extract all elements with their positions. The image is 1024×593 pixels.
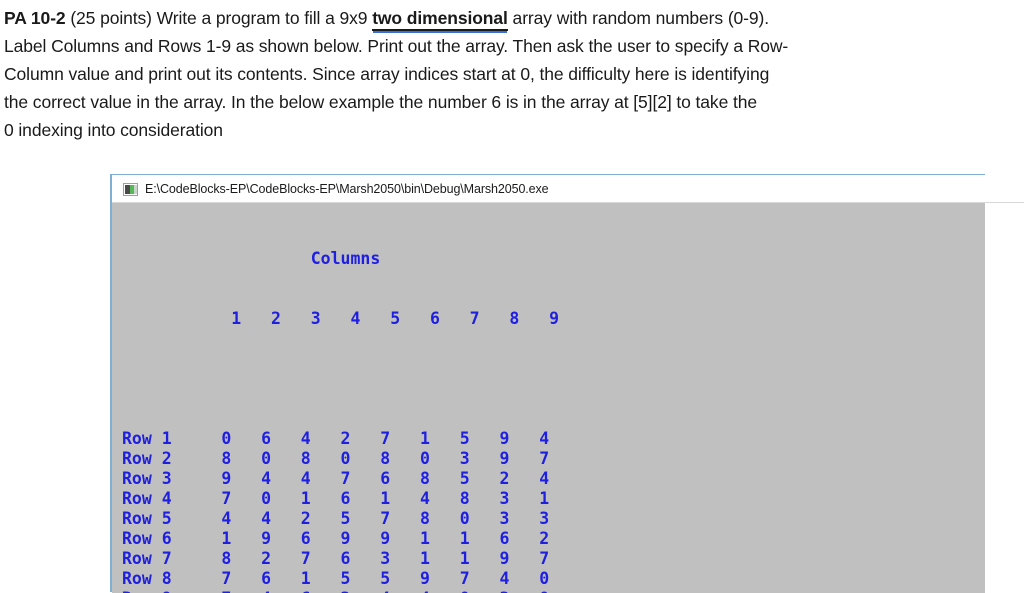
console-grid-row: Row 6 1 9 6 9 9 1 1 6 2 bbox=[122, 529, 550, 548]
console-grid-row: Row 3 9 4 4 7 6 8 5 2 4 bbox=[122, 469, 550, 488]
question-line-3: Column value and print out its contents.… bbox=[4, 64, 770, 84]
console-grid-row: Row 9 7 4 6 2 4 4 0 3 0 bbox=[122, 589, 985, 593]
console-titlebar[interactable]: E:\CodeBlocks-EP\CodeBlocks-EP\Marsh2050… bbox=[112, 175, 1024, 203]
console-grid-row: Row 4 7 0 1 6 1 4 8 3 1 bbox=[122, 489, 550, 508]
question-text-block: PA 10-2 (25 points) Write a program to f… bbox=[4, 4, 1014, 144]
console-grid-row: Row 1 0 6 4 2 7 1 5 9 4 bbox=[122, 429, 550, 448]
question-text-part: array with random numbers (0-9). bbox=[507, 8, 770, 28]
assignment-code: PA 10-2 bbox=[4, 8, 66, 28]
console-grid-row: Row 7 8 2 7 6 3 1 1 9 7 bbox=[122, 549, 550, 568]
console-output-area[interactable]: Columns 1 2 3 4 5 6 7 8 9 Row 1 0 6 4 2 … bbox=[112, 203, 985, 593]
console-grid-row: Row 5 4 4 2 5 7 8 0 3 3 bbox=[122, 509, 550, 528]
question-text-part: (25 points) Write a program to fill a 9x… bbox=[65, 8, 373, 28]
question-line-1: PA 10-2 (25 points) Write a program to f… bbox=[4, 4, 1014, 32]
question-line-2: Label Columns and Rows 1-9 as shown belo… bbox=[4, 36, 789, 56]
console-title-text: E:\CodeBlocks-EP\CodeBlocks-EP\Marsh2050… bbox=[145, 182, 549, 196]
emphasis-two-dimensional: two dimensional bbox=[372, 8, 508, 31]
console-column-headers: 1 2 3 4 5 6 7 8 9 bbox=[122, 309, 560, 328]
console-app-icon bbox=[123, 182, 138, 196]
console-columns-heading: Columns bbox=[122, 249, 381, 268]
question-line-5: 0 indexing into consideration bbox=[4, 120, 223, 140]
console-window: E:\CodeBlocks-EP\CodeBlocks-EP\Marsh2050… bbox=[110, 174, 1024, 593]
console-grid-row: Row 8 7 6 1 5 5 9 7 4 0 bbox=[122, 569, 550, 588]
console-grid-row: Row 2 8 0 8 0 8 0 3 9 7 bbox=[122, 449, 550, 468]
question-line-4: the correct value in the array. In the b… bbox=[4, 92, 757, 112]
console-grid: Row 1 0 6 4 2 7 1 5 9 4 Row 2 8 0 8 0 8 0… bbox=[122, 429, 985, 593]
